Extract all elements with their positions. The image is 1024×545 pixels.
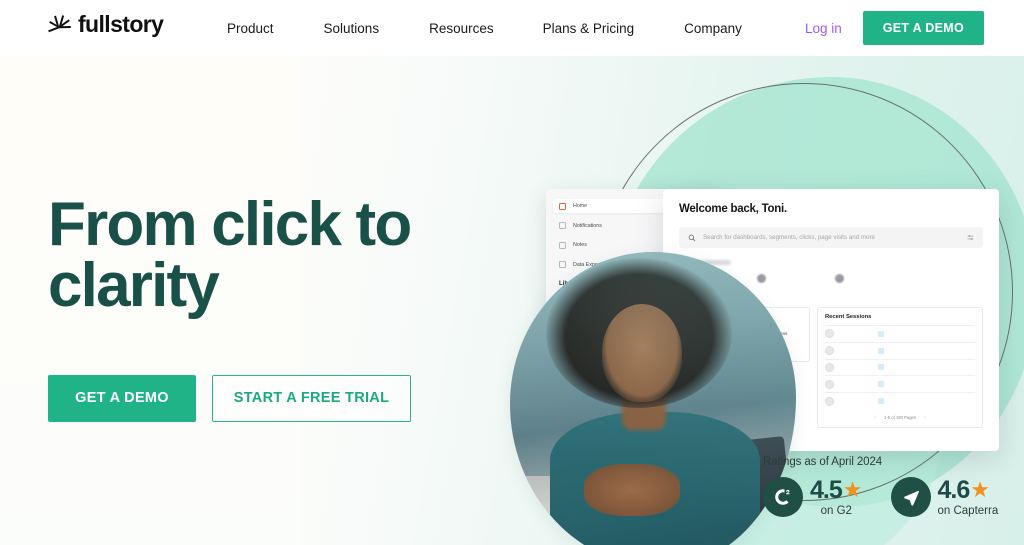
g2-logo-icon: [763, 477, 803, 517]
dash-sidebar-label: Home: [573, 203, 588, 209]
pagination-label: 1-5 of 180 Pages: [884, 415, 916, 421]
hero-title-line-2: clarity: [48, 251, 220, 321]
dash-sidebar-label: Notifications: [573, 222, 602, 229]
dashboard-search-bar[interactable]: Search for dashboards, segments, clicks,…: [679, 227, 983, 248]
hero-actions: GET A DEMO START A FREE TRIAL: [48, 374, 518, 422]
avatar: [834, 274, 844, 283]
dashboard-welcome-title: Welcome back, Toni.: [679, 203, 787, 215]
hero-copy: From click to clarity GET A DEMO START A…: [48, 194, 518, 422]
hero-start-free-trial-button[interactable]: START A FREE TRIAL: [212, 374, 411, 422]
ratings-label: Ratings as of April 2024: [763, 456, 883, 468]
starburst-icon: [48, 15, 71, 33]
hero-title-line-1: From click to: [48, 190, 412, 259]
nav-item-resources[interactable]: Resources: [429, 21, 494, 36]
play-icon[interactable]: [878, 347, 884, 354]
play-icon[interactable]: [878, 364, 884, 371]
avatar: [825, 379, 834, 389]
avatar: [825, 346, 834, 356]
table-row[interactable]: [825, 341, 975, 359]
capterra-logo-icon: [890, 477, 931, 517]
sessions-pagination: ‹ 1-5 of 180 Pages ›: [825, 415, 975, 421]
nav-item-plans-pricing[interactable]: Plans & Pricing: [543, 21, 635, 36]
avatar: [825, 362, 834, 372]
dash-sidebar-label: Notes: [573, 242, 587, 248]
chevron-left-icon[interactable]: ‹: [874, 415, 876, 421]
search-icon: [688, 234, 696, 241]
table-row[interactable]: [825, 358, 975, 376]
page-title: From click to clarity: [48, 194, 518, 317]
table-row[interactable]: [825, 392, 975, 409]
nav-item-product[interactable]: Product: [227, 21, 274, 36]
table-row[interactable]: [825, 325, 975, 342]
dashboard-search-placeholder: Search for dashboards, segments, clicks,…: [703, 234, 875, 241]
avatar: [825, 396, 834, 406]
play-icon[interactable]: [878, 398, 884, 405]
dashboard-chip[interactable]: [834, 274, 906, 283]
bell-icon: [559, 222, 566, 229]
recent-sessions-title: Recent Sessions: [825, 314, 872, 320]
filter-icon[interactable]: [967, 234, 974, 241]
play-icon[interactable]: [878, 330, 884, 337]
star-icon: ★: [842, 477, 863, 502]
star-icon: ★: [970, 477, 990, 502]
avatar: [825, 329, 834, 339]
brand-name: fullstory: [78, 10, 164, 37]
nav-item-company[interactable]: Company: [684, 21, 742, 36]
header-actions: Log in GET A DEMO: [805, 0, 984, 56]
rating-source: on G2: [820, 504, 852, 517]
rating-source: on Capterra: [937, 504, 999, 517]
hero-section: From click to clarity GET A DEMO START A…: [0, 56, 1024, 545]
header-get-a-demo-button[interactable]: GET A DEMO: [862, 11, 984, 45]
ratings-list: 4.5 ★ on G2 4.6 ★ on Capterra: [763, 477, 998, 517]
recent-sessions-panel: Recent Sessions ‹ 1-5 of 180 Pages ›: [817, 307, 983, 428]
landing-page: fullstory Product Solutions Resources Pl…: [0, 0, 1024, 545]
rating-g2[interactable]: 4.5 ★ on G2: [763, 477, 863, 517]
home-icon: [559, 202, 566, 210]
rating-score: 4.5: [810, 475, 843, 504]
login-link[interactable]: Log in: [805, 21, 842, 36]
note-icon: [559, 241, 566, 249]
main-nav: Product Solutions Resources Plans & Pric…: [216, 0, 742, 56]
nav-item-solutions[interactable]: Solutions: [324, 21, 380, 36]
rating-capterra[interactable]: 4.6 ★ on Capterra: [890, 475, 999, 517]
table-row[interactable]: [825, 375, 975, 392]
hero-get-a-demo-button[interactable]: GET A DEMO: [48, 374, 196, 422]
rating-score: 4.6: [937, 475, 971, 504]
brand-logo[interactable]: fullstory: [46, 10, 164, 37]
chevron-right-icon[interactable]: ›: [924, 415, 926, 421]
play-icon[interactable]: [878, 381, 884, 388]
ratings-block: Ratings as of April 2024 4.5 ★ on G2 4.6…: [763, 456, 998, 517]
site-header: fullstory Product Solutions Resources Pl…: [0, 0, 1024, 56]
hero-photo: [510, 252, 796, 545]
